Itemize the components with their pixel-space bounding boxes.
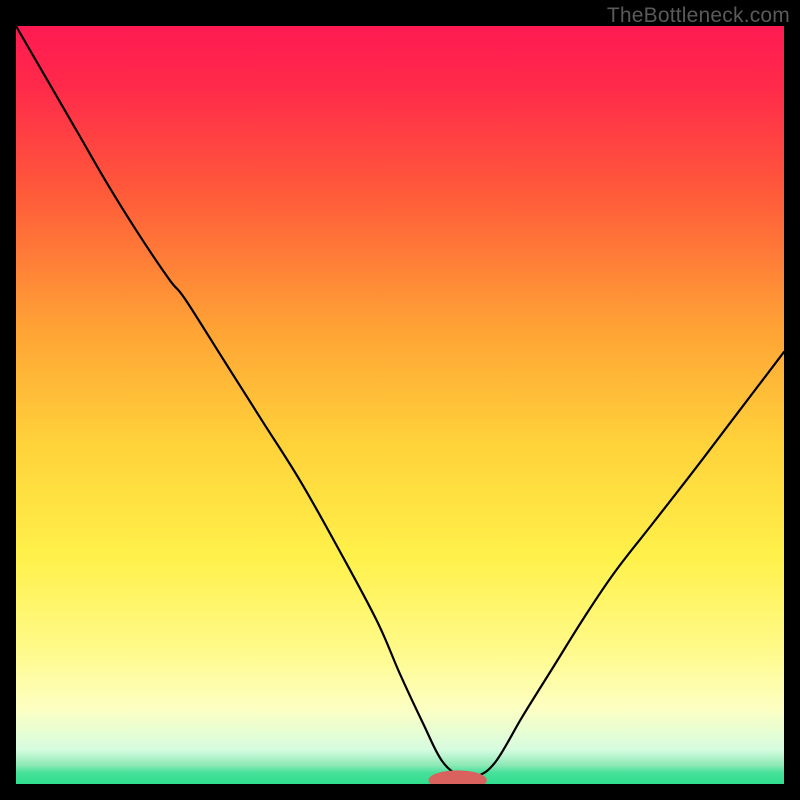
chart-stage: TheBottleneck.com (0, 0, 800, 800)
gradient-background (16, 26, 784, 784)
chart-frame (16, 26, 784, 784)
bottleneck-chart (16, 26, 784, 784)
watermark: TheBottleneck.com (607, 4, 790, 28)
